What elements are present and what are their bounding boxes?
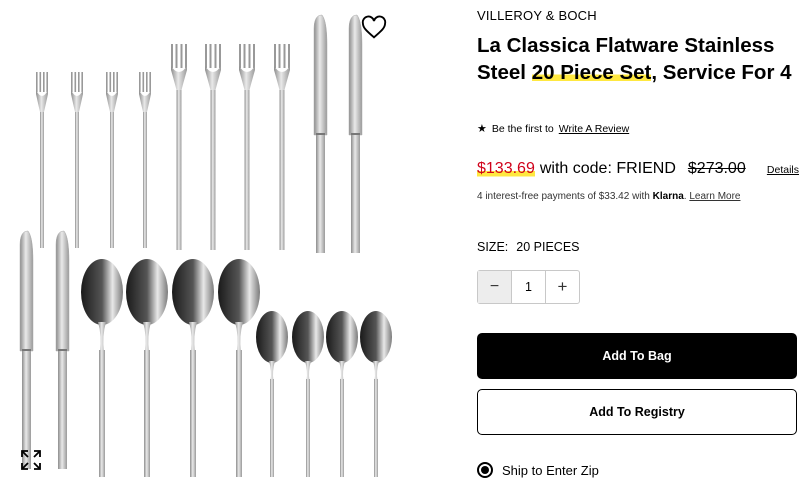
size-row: SIZE: 20 PIECES bbox=[477, 240, 580, 254]
quantity-increase-button[interactable]: + bbox=[545, 271, 579, 303]
flatware-illustration bbox=[19, 14, 392, 477]
review-row: ★ Be the first to Write A Review bbox=[477, 122, 629, 136]
ship-radio[interactable] bbox=[477, 462, 493, 478]
expand-icon[interactable] bbox=[20, 449, 42, 471]
ship-option-label: Ship to Enter Zip bbox=[502, 462, 599, 478]
price-row: $133.69 with code: FRIEND $273.00 Detail… bbox=[477, 160, 799, 178]
plus-icon: + bbox=[557, 277, 568, 296]
ship-option[interactable]: Ship to Enter Zip bbox=[477, 462, 599, 478]
quantity-stepper: − 1 + bbox=[477, 270, 580, 304]
sale-price: $133.69 bbox=[477, 160, 535, 178]
details-link[interactable]: Details bbox=[767, 164, 799, 176]
write-review-link[interactable]: Write A Review bbox=[559, 123, 629, 135]
klarna-text: 4 interest-free payments of $33.42 with bbox=[477, 191, 650, 202]
learn-more-link[interactable]: Learn More bbox=[689, 191, 740, 202]
klarna-logo: Klarna bbox=[652, 191, 684, 202]
add-to-registry-button[interactable]: Add To Registry bbox=[477, 389, 797, 435]
star-icon: ★ bbox=[477, 123, 487, 135]
size-value: 20 PIECES bbox=[516, 240, 580, 254]
quantity-input[interactable]: 1 bbox=[512, 271, 545, 303]
quantity-decrease-button[interactable]: − bbox=[478, 271, 512, 303]
brand-name[interactable]: VILLEROY & BOCH bbox=[477, 8, 597, 23]
product-image[interactable] bbox=[0, 0, 470, 477]
promo-code-text: with code: FRIEND bbox=[539, 160, 676, 177]
title-part-2: , Service For 4 bbox=[651, 61, 792, 84]
minus-icon: − bbox=[489, 278, 500, 295]
original-price: $273.00 bbox=[687, 160, 746, 177]
add-to-bag-button[interactable]: Add To Bag bbox=[477, 333, 797, 379]
size-label: SIZE: bbox=[477, 240, 509, 254]
klarna-row: 4 interest-free payments of $33.42 with … bbox=[477, 191, 741, 202]
title-highlight: 20 Piece Set bbox=[531, 61, 652, 84]
product-title: La Classica Flatware Stainless Steel 20 … bbox=[477, 32, 799, 86]
heart-icon[interactable] bbox=[360, 14, 388, 42]
review-prefix: Be the first to bbox=[491, 122, 554, 135]
radio-dot bbox=[481, 466, 489, 474]
